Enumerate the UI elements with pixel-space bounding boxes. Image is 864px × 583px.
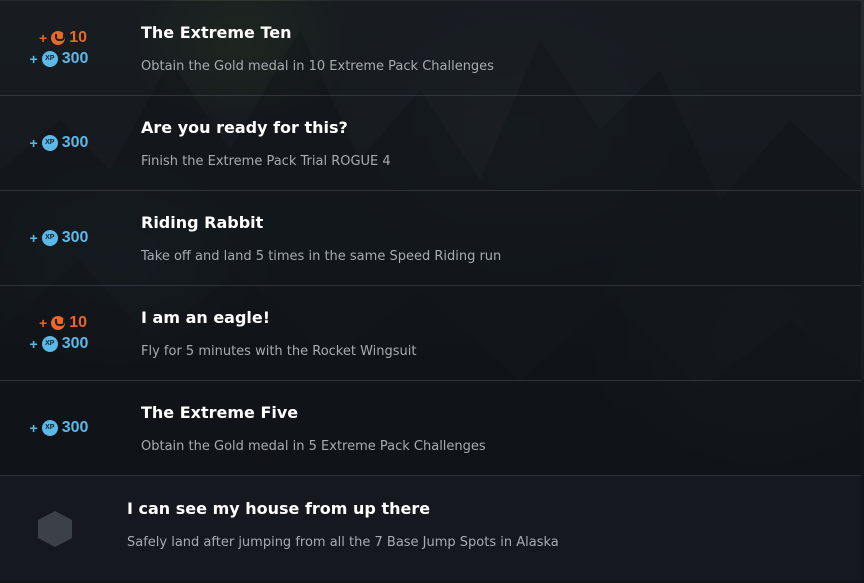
achievement-description: Finish the Extreme Pack Trial ROGUE 4 [141,154,391,169]
xp-reward: + XP 300 [29,419,89,437]
achievement-row[interactable]: + XP 300 The Extreme Five Obtain the Gol… [0,381,861,476]
achievement-row-locked[interactable]: I can see my house from up there Safely … [0,476,861,580]
achievement-row[interactable]: + XP 300 Are you ready for this? Finish … [0,96,861,191]
plus-sign: + [29,420,38,436]
xp-icon: XP [41,50,58,67]
achievement-title: The Extreme Five [141,403,299,422]
plus-sign: + [29,135,38,151]
achievement-row[interactable]: + 10 + XP 300 The Extreme Ten Obtain the… [0,1,861,96]
achievement-title: Riding Rabbit [141,213,264,232]
achievements-list: + 10 + XP 300 The Extreme Ten Obtain the… [0,1,861,580]
xp-icon: XP [41,420,58,436]
reward-group: + 10 + XP 300 [0,286,118,380]
reward-group: + XP 300 [0,191,118,285]
coin-amount: 10 [69,28,87,46]
xp-reward: + XP 300 [29,334,89,353]
reward-group: + XP 300 [0,381,118,475]
reward-group: + XP 300 [0,96,118,190]
coin-icon [51,30,66,45]
plus-sign: + [29,230,38,246]
achievement-row[interactable]: + XP 300 Riding Rabbit Take off and land… [0,191,861,286]
coin-reward: + 10 [31,314,87,332]
xp-amount: 300 [61,49,89,67]
reward-group: + 10 + XP 300 [0,1,118,95]
locked-hexagon-icon [35,509,75,553]
achievement-title: The Extreme Ten [141,23,292,42]
xp-icon: XP [41,135,58,151]
xp-icon: XP [41,230,58,246]
achievement-title: Are you ready for this? [141,118,348,137]
xp-amount: 300 [61,334,89,352]
plus-sign: + [39,314,48,331]
plus-sign: + [29,335,38,352]
achievement-title: I am an eagle! [141,308,271,327]
achievement-row[interactable]: + 10 + XP 300 I am an eagle! Fly for 5 m… [0,286,861,381]
achievement-description: Take off and land 5 times in the same Sp… [141,249,502,264]
xp-reward: + XP 300 [29,229,89,247]
xp-reward: + XP 300 [29,49,89,68]
achievement-description: Obtain the Gold medal in 10 Extreme Pack… [141,59,494,74]
coin-icon [51,315,66,330]
xp-reward: + XP 300 [29,134,89,152]
coin-reward: + 10 [31,29,87,47]
xp-amount: 300 [61,229,89,246]
coin-amount: 10 [69,313,87,331]
achievement-title: I can see my house from up there [127,499,431,518]
plus-sign: + [39,29,48,46]
achievement-description: Safely land after jumping from all the 7… [127,535,559,550]
achievement-description: Fly for 5 minutes with the Rocket Wingsu… [141,344,417,359]
achievement-description: Obtain the Gold medal in 5 Extreme Pack … [141,439,486,454]
xp-icon: XP [41,335,58,352]
xp-amount: 300 [61,134,89,151]
plus-sign: + [29,50,38,67]
xp-amount: 300 [61,419,89,436]
